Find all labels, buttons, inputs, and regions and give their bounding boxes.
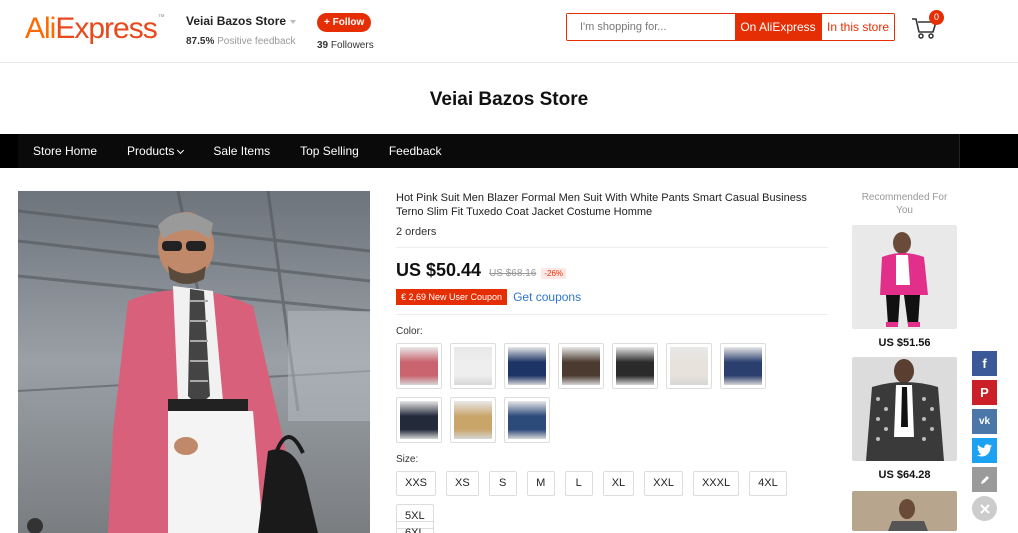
swatch-image <box>616 347 654 385</box>
cart-count-badge: 0 <box>929 10 944 25</box>
swatch-image <box>670 347 708 385</box>
nav-feedback[interactable]: Feedback <box>374 134 457 168</box>
recommended-price: US $51.56 <box>878 337 931 349</box>
nav-store-home[interactable]: Store Home <box>18 134 112 168</box>
recommended-item[interactable]: US $51.56 <box>852 225 957 349</box>
recommended-item[interactable] <box>852 491 957 531</box>
caret-down-icon <box>290 19 297 24</box>
nav-products[interactable]: Products <box>112 134 198 168</box>
color-swatch[interactable] <box>396 397 442 443</box>
size-option[interactable]: S <box>488 471 517 496</box>
follow-block: + Follow 39 Followers <box>317 13 374 51</box>
swatch-image <box>400 347 438 385</box>
facebook-icon[interactable]: f <box>972 351 997 376</box>
logo-tm: ™ <box>157 14 165 21</box>
recommended-title: Recommended For You <box>861 192 948 216</box>
size-row-2: 6XL <box>396 521 444 533</box>
swatch-image <box>508 401 546 439</box>
size-option[interactable]: M <box>526 471 555 496</box>
color-swatch[interactable] <box>504 397 550 443</box>
color-swatches <box>396 343 776 451</box>
color-swatch[interactable] <box>396 343 442 389</box>
color-swatch[interactable] <box>450 397 496 443</box>
nav-top-selling[interactable]: Top Selling <box>285 134 374 168</box>
logo-express-text: Express <box>55 12 157 45</box>
size-option[interactable]: 4XL <box>749 471 787 496</box>
color-swatch[interactable] <box>450 343 496 389</box>
size-option[interactable]: XS <box>446 471 479 496</box>
color-swatch[interactable] <box>612 343 658 389</box>
store-name: Veiai Bazos Store <box>186 14 287 28</box>
recommended-image[interactable] <box>852 225 957 329</box>
follow-button[interactable]: + Follow <box>317 13 372 32</box>
positive-feedback: 87.5% Positive feedback <box>186 36 296 47</box>
swatch-image <box>562 347 600 385</box>
logo-ali-text: Ali <box>25 12 56 45</box>
swatch-image <box>400 401 438 439</box>
size-option[interactable]: XL <box>602 471 635 496</box>
store-info: Veiai Bazos Store 87.5% Positive feedbac… <box>186 14 297 47</box>
original-price: US $68.16 <box>489 268 537 279</box>
swatch-image <box>724 347 762 385</box>
aliexpress-logo[interactable]: AliExpress ™ <box>25 12 165 46</box>
feedback-value: 87.5% <box>186 36 215 47</box>
close-icon[interactable] <box>972 496 997 521</box>
color-label: Color: <box>396 326 423 337</box>
size-options: XXS XS S M L XL XXL XXXL 4XL 5XL <box>396 471 828 533</box>
nav-sale-items[interactable]: Sale Items <box>198 134 285 168</box>
swatch-image <box>454 401 492 439</box>
color-swatch[interactable] <box>504 343 550 389</box>
search-input[interactable] <box>567 14 735 40</box>
feedback-label: Positive feedback <box>217 36 296 47</box>
followers-count: 39 Followers <box>317 40 374 51</box>
color-swatch[interactable] <box>720 343 766 389</box>
coupon-row: € 2,69 New User Coupon Get coupons <box>396 289 828 305</box>
size-option[interactable]: XXXL <box>692 471 740 496</box>
product-orders: 2 orders <box>396 226 437 238</box>
price-row: US $50.44 US $68.16 -26% <box>396 260 828 281</box>
store-name-link[interactable]: Veiai Bazos Store <box>186 14 297 28</box>
vk-icon[interactable]: vk <box>972 409 997 434</box>
size-label: Size: <box>396 454 419 465</box>
recommended-image[interactable] <box>852 491 957 531</box>
cart-button[interactable]: 0 <box>910 10 944 41</box>
store-nav: Store Home Products Sale Items Top Selli… <box>0 134 1018 168</box>
edit-icon[interactable] <box>972 467 997 492</box>
search-bar: On AliExpress In this store <box>566 13 895 41</box>
twitter-icon[interactable] <box>972 438 997 463</box>
recommended-image[interactable] <box>852 357 957 461</box>
search-on-aliexpress-button[interactable]: On AliExpress <box>735 14 821 40</box>
recommended-item[interactable]: US $64.28 <box>852 357 957 481</box>
size-option[interactable]: L <box>564 471 593 496</box>
divider <box>396 314 828 315</box>
size-option[interactable]: 6XL <box>396 521 434 533</box>
search-in-store-button[interactable]: In this store <box>821 14 894 40</box>
divider <box>396 247 828 248</box>
product-price: US $50.44 <box>396 260 482 280</box>
followers-label: Followers <box>330 40 374 51</box>
share-column: f P vk <box>972 351 997 525</box>
recommended-panel: Recommended For You US $51.56 US $64.28 <box>852 191 957 531</box>
get-coupons-link[interactable]: Get coupons <box>513 290 581 304</box>
product-title: Hot Pink Suit Men Blazer Formal Men Suit… <box>396 192 807 218</box>
discount-badge: -26% <box>541 268 567 279</box>
chevron-down-icon <box>177 146 185 155</box>
new-user-coupon[interactable]: € 2,69 New User Coupon <box>396 289 508 305</box>
store-banner: Veiai Bazos Store <box>0 64 1018 134</box>
product-main-image[interactable] <box>18 191 370 533</box>
followers-number: 39 <box>317 40 329 51</box>
color-swatch[interactable] <box>558 343 604 389</box>
top-header: AliExpress ™ Veiai Bazos Store 87.5% Posi… <box>0 0 1018 63</box>
size-option[interactable]: XXL <box>644 471 683 496</box>
size-option[interactable]: XXS <box>396 471 437 496</box>
banner-title: Veiai Bazos Store <box>429 89 589 110</box>
nav-products-label: Products <box>127 144 175 158</box>
swatch-image <box>454 347 492 385</box>
pinterest-icon[interactable]: P <box>972 380 997 405</box>
color-swatch[interactable] <box>666 343 712 389</box>
recommended-price: US $64.28 <box>878 469 931 481</box>
swatch-image <box>508 347 546 385</box>
product-info: Hot Pink Suit Men Blazer Formal Men Suit… <box>396 191 828 533</box>
